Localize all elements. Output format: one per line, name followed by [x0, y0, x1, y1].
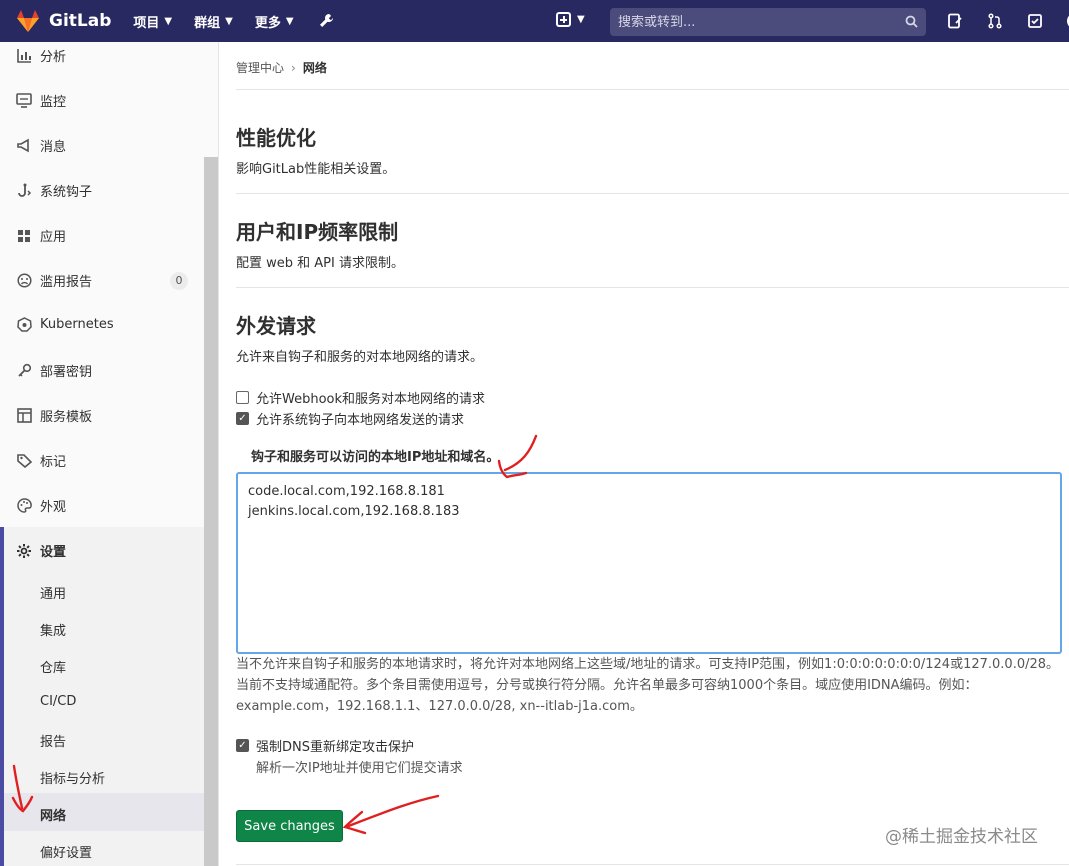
section-title-rate-limits: 用户和IP频率限制 [236, 220, 399, 244]
active-item-highlight [4, 793, 204, 831]
issues-icon[interactable] [946, 12, 964, 30]
sidebar-item-label: 部署密钥 [40, 365, 93, 380]
palette-icon [16, 498, 32, 514]
divider [236, 864, 1069, 865]
allow-webhooks-local-row: 允许Webhook和服务对本地网络的请求 [236, 388, 485, 407]
chevron-down-icon: ▼ [285, 15, 294, 27]
annotation-arrow-icon [342, 794, 440, 835]
label-icon [16, 453, 32, 469]
sidebar-subitem-network[interactable]: 网络 [40, 805, 66, 824]
sidebar-subitem-general[interactable]: 通用 [40, 583, 66, 602]
sidebar-item-service-templates[interactable]: 服务模板 [16, 406, 188, 425]
merge-requests-icon[interactable] [986, 12, 1004, 30]
sad-face-icon [16, 273, 32, 289]
sidebar-scrollbar[interactable] [204, 157, 218, 866]
breadcrumb: 管理中心 › 网络 [236, 59, 327, 76]
chevron-down-icon: ▼ [225, 15, 233, 27]
sidebar-item-applications[interactable]: 应用 [16, 226, 188, 245]
sidebar-subitem-repository[interactable]: 仓库 [40, 657, 66, 676]
key-icon [16, 363, 32, 379]
section-desc-performance: 影响GitLab性能相关设置。 [236, 162, 396, 177]
sidebar-item-deploy-keys[interactable]: 部署密钥 [16, 361, 188, 380]
sidebar-item-label: 服务模板 [40, 410, 93, 425]
gitlab-home-link[interactable]: GitLab [14, 7, 111, 35]
divider [236, 287, 1069, 288]
sidebar-item-analytics[interactable]: 分析 [16, 46, 188, 65]
admin-sidebar: 分析 监控 消息 系统钩子 应用 滥用报告 0 Kubernetes 部署密钥 … [0, 42, 219, 866]
chevron-down-icon: ▼ [577, 14, 585, 25]
sidebar-subitem-metrics[interactable]: 指标与分析 [40, 768, 105, 787]
section-desc-rate-limits: 配置 web 和 API 请求限制。 [236, 256, 404, 271]
sidebar-item-abuse-reports[interactable]: 滥用报告 0 [16, 271, 188, 290]
sidebar-subitem-preferences[interactable]: 偏好设置 [40, 842, 92, 861]
search-input[interactable] [618, 14, 898, 30]
apps-icon [16, 228, 32, 244]
sidebar-item-appearance[interactable]: 外观 [16, 496, 188, 515]
brand-name: GitLab [49, 11, 112, 31]
monitor-icon [16, 93, 32, 109]
section-title-performance: 性能优化 [236, 126, 316, 150]
dns-rebinding-help: 解析一次IP地址并使用它们提交请求 [256, 761, 463, 776]
divider [236, 193, 1069, 194]
megaphone-icon [16, 138, 32, 154]
sidebar-item-label: 外观 [40, 500, 67, 515]
section-desc-outbound: 允许来自钩子和服务的对本地网络的请求。 [236, 350, 484, 365]
nav-more[interactable]: 更多 ▼ [255, 12, 294, 31]
sidebar-item-label: 应用 [40, 230, 67, 245]
whitelist-label: 钩子和服务可以访问的本地IP地址和域名。 [251, 450, 500, 465]
annotation-arrow-icon [497, 434, 538, 479]
sidebar-item-system-hooks[interactable]: 系统钩子 [16, 181, 188, 200]
sidebar-item-monitoring[interactable]: 监控 [16, 91, 188, 110]
sidebar-item-labels[interactable]: 标记 [16, 451, 188, 470]
sidebar-item-label: 滥用报告 [40, 275, 93, 290]
checkbox-label: 强制DNS重新绑定攻击保护 [256, 740, 414, 755]
sidebar-item-kubernetes[interactable]: Kubernetes [16, 316, 188, 332]
dns-rebinding-row: ✓ 强制DNS重新绑定攻击保护 [236, 736, 414, 755]
sidebar-subitem-cicd[interactable]: CI/CD [40, 694, 76, 709]
sidebar-item-label: 监控 [40, 95, 67, 110]
breadcrumb-current: 网络 [302, 61, 327, 75]
chevron-right-icon: › [291, 60, 296, 75]
new-item-dropdown[interactable]: ▼ [556, 12, 585, 27]
dns-rebinding-checkbox[interactable]: ✓ [236, 739, 249, 752]
local-network-whitelist-textarea[interactable]: code.local.com,192.168.8.181 jenkins.loc… [236, 472, 1062, 654]
count-badge: 0 [170, 271, 188, 290]
breadcrumb-admin-area[interactable]: 管理中心 [236, 59, 284, 76]
kubernetes-icon [16, 316, 32, 332]
nav-projects[interactable]: 项目 ▼ [133, 12, 172, 31]
section-title-outbound: 外发请求 [236, 314, 316, 338]
chart-icon [16, 48, 32, 64]
gitlab-logo-icon [17, 10, 39, 32]
save-changes-button[interactable]: Save changes [236, 810, 343, 842]
sidebar-subitem-reporting[interactable]: 报告 [40, 731, 66, 750]
allow-system-hooks-local-checkbox[interactable]: ✓ [236, 412, 249, 425]
allow-system-hooks-local-row: ✓ 允许系统钩子向本地网络发送的请求 [236, 409, 464, 428]
template-icon [16, 408, 32, 424]
search-box[interactable] [610, 8, 926, 36]
chevron-down-icon: ▼ [164, 15, 173, 27]
sidebar-item-label: 分析 [40, 50, 67, 65]
todos-icon[interactable] [1026, 12, 1044, 30]
sidebar-item-label: 消息 [40, 140, 67, 155]
plus-icon [556, 12, 571, 27]
whitelist-help-text: 当不允许来自钩子和服务的本地请求时，将允许对本地网络上这些域/地址的请求。可支持… [236, 657, 1060, 714]
sidebar-subitem-integrations[interactable]: 集成 [40, 620, 66, 639]
sidebar-item-messages[interactable]: 消息 [16, 136, 188, 155]
checkbox-label: 允许Webhook和服务对本地网络的请求 [256, 392, 486, 407]
top-navbar: GitLab 项目 ▼ 群组 ▼ 更多 ▼ ▼ [0, 0, 1069, 42]
nav-groups[interactable]: 群组 ▼ [194, 12, 233, 31]
sidebar-item-label: 设置 [40, 545, 67, 560]
admin-wrench-icon[interactable] [318, 12, 336, 31]
sidebar-item-label: Kubernetes [40, 316, 114, 332]
checkbox-label: 允许系统钩子向本地网络发送的请求 [256, 413, 465, 428]
hook-icon [16, 183, 32, 199]
allow-webhooks-local-checkbox[interactable] [236, 391, 249, 404]
search-icon [905, 15, 918, 28]
watermark: @稀土掘金技术社区 [885, 827, 1038, 847]
gear-icon [16, 543, 32, 559]
sidebar-item-label: 系统钩子 [40, 185, 93, 200]
sidebar-item-label: 标记 [40, 455, 67, 470]
divider [236, 89, 1069, 90]
sidebar-item-settings[interactable]: 设置 [16, 541, 188, 560]
